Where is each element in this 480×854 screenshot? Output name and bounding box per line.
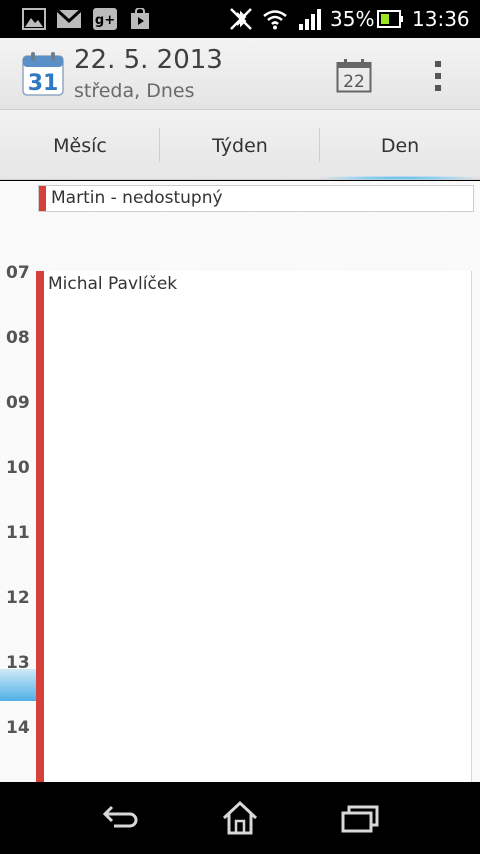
tab-month[interactable]: Měsíc <box>0 110 160 180</box>
action-bar: 31 22. 5. 2013 středa, Dnes 22 <box>0 38 480 110</box>
calendar-app-icon[interactable]: 31 <box>22 52 64 96</box>
home-icon[interactable] <box>220 800 260 836</box>
event-color-bar <box>39 186 46 211</box>
battery-icon <box>377 10 403 28</box>
hour-label: 13 <box>6 653 30 673</box>
hour-label: 11 <box>6 523 30 543</box>
app-icon-day: 31 <box>28 71 59 96</box>
gmail-icon <box>56 8 82 28</box>
hour-label: 14 <box>6 718 30 738</box>
today-calendar-icon[interactable]: 22 <box>336 59 372 93</box>
navigation-bar <box>0 782 480 854</box>
battery-percent: 35% <box>330 7 375 31</box>
hour-label: 08 <box>6 328 30 348</box>
gallery-icon <box>22 8 46 30</box>
tab-day[interactable]: Den <box>320 110 480 180</box>
status-bar: g+ 35% 13:36 <box>0 0 480 38</box>
overflow-menu-icon[interactable] <box>428 58 448 94</box>
all-day-event-title: Martin - nedostupný <box>51 188 223 208</box>
bluetooth-off-icon <box>230 8 252 30</box>
event-block[interactable]: Michal Pavlíček <box>36 271 472 782</box>
clock: 13:36 <box>412 7 470 31</box>
recent-apps-icon[interactable] <box>340 800 380 836</box>
date-subtitle: středa, Dnes <box>74 80 195 102</box>
today-button-day: 22 <box>343 72 365 92</box>
day-view[interactable]: Martin - nedostupný Michal Pavlíček 07 0… <box>0 181 480 782</box>
date-title: 22. 5. 2013 <box>74 45 223 75</box>
hour-label: 09 <box>6 393 30 413</box>
signal-icon <box>299 9 321 30</box>
hour-label: 12 <box>6 588 30 608</box>
play-store-icon <box>131 8 149 29</box>
google-plus-label: g+ <box>95 13 115 28</box>
back-icon[interactable] <box>100 800 140 836</box>
event-color-bar <box>36 271 44 782</box>
google-plus-icon: g+ <box>93 8 117 30</box>
tab-week[interactable]: Týden <box>160 110 320 180</box>
event-title: Michal Pavlíček <box>48 274 178 294</box>
wifi-icon <box>263 10 287 30</box>
current-time-indicator <box>0 669 36 701</box>
selected-tab-indicator <box>320 176 480 180</box>
hour-label: 07 <box>6 263 30 283</box>
view-tabs: Měsíc Týden Den <box>0 110 480 180</box>
all-day-event[interactable]: Martin - nedostupný <box>38 185 474 212</box>
hour-label: 10 <box>6 458 30 478</box>
